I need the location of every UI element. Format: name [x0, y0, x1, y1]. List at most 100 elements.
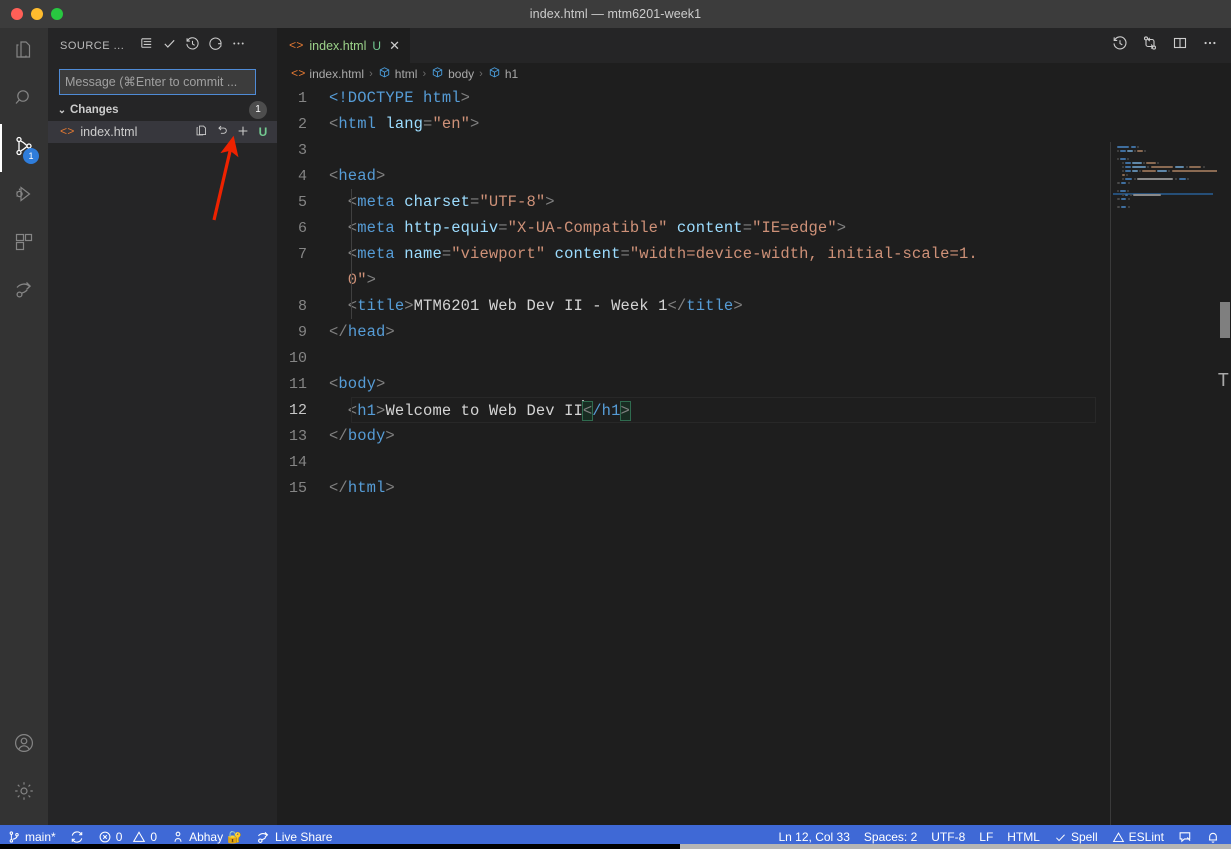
warning-icon [1112, 831, 1125, 844]
tab-index-html[interactable]: <> index.html U ✕ [277, 28, 411, 63]
minimap-line [1117, 182, 1120, 184]
check-icon [1054, 831, 1067, 844]
commit-message-container [48, 63, 277, 99]
activity-bar: 1 [0, 28, 48, 825]
minimap[interactable] [1111, 142, 1222, 849]
activity-item-explorer[interactable] [0, 28, 48, 76]
code-line: 8 <title>MTM6201 Web Dev II - Week 1</ti… [277, 293, 1231, 319]
line-number: 3 [297, 141, 307, 159]
stage-changes-button[interactable] [234, 123, 252, 141]
breadcrumb-separator: › [479, 68, 483, 80]
changes-count-badge: 1 [249, 101, 267, 119]
minimap-line [1121, 198, 1127, 200]
status-error-count: 0 [115, 830, 123, 844]
minimap-line [1132, 194, 1162, 196]
activity-item-manage[interactable] [0, 769, 48, 817]
minimap-line [1142, 170, 1156, 172]
view-history-button[interactable] [181, 35, 203, 57]
line-content: <!DOCTYPE html> [329, 89, 471, 107]
extensions-icon [12, 230, 36, 259]
discard-icon [216, 124, 229, 140]
minimap-line [1137, 146, 1140, 148]
minimap-line [1127, 182, 1130, 184]
minimap-line [1130, 146, 1136, 148]
minimap-line [1174, 166, 1185, 168]
minimap-line [1127, 150, 1133, 152]
scm-file-name: index.html [80, 125, 138, 139]
breadcrumb-label: h1 [504, 67, 519, 81]
minimap-line [1117, 190, 1119, 192]
sidebar-source-control: SOURCE ... Message (⌘Enter to commit ...… [48, 28, 277, 825]
split-editor-icon [1172, 35, 1188, 56]
code-editor[interactable]: 1 <!DOCTYPE html> 2 <html lang="en"> 3 4 <head… [277, 85, 1231, 849]
ellipsis-icon [1202, 35, 1218, 56]
minimap-line [1125, 178, 1133, 180]
editor-action-bar [1107, 28, 1231, 63]
line-number: 2 [297, 115, 307, 133]
line-number: 4 [297, 167, 307, 185]
line-content: <html lang="en"> [329, 115, 480, 133]
search-icon [12, 86, 36, 115]
warning-icon [132, 830, 146, 844]
activity-item-live-share[interactable] [0, 268, 48, 316]
feedback-icon [1178, 830, 1192, 844]
minimap-line [1125, 166, 1131, 168]
ellipsis-icon [231, 36, 246, 56]
open-changes-button[interactable] [1137, 33, 1163, 59]
minimap-line [1125, 194, 1129, 196]
minimap-line [1127, 158, 1130, 160]
lock-emoji-icon: 🔐 [227, 830, 243, 844]
split-editor-button[interactable] [1167, 33, 1193, 59]
line-content: <h1>Welcome to Web Dev II</h1> [329, 400, 631, 421]
indent-guide [351, 267, 352, 293]
commit-message-input[interactable] [59, 69, 256, 95]
html-file-icon: <> [60, 125, 75, 139]
breadcrumb-item-body[interactable]: body [431, 66, 474, 82]
minimap-line [1122, 174, 1125, 176]
minimap-line [1120, 158, 1126, 160]
line-number: 13 [288, 427, 307, 445]
minimap-line [1129, 194, 1132, 196]
line-content: <title>MTM6201 Web Dev II - Week 1</titl… [329, 297, 743, 315]
open-timeline-button[interactable] [1107, 33, 1133, 59]
minimap-line [1187, 178, 1190, 180]
activity-item-accounts[interactable] [0, 721, 48, 769]
editor-group: <> index.html U ✕ <> index.html › html ›… [277, 28, 1231, 849]
activity-item-extensions[interactable] [0, 220, 48, 268]
tab-label: index.html [309, 38, 367, 53]
minimap-line [1122, 162, 1124, 164]
line-number: 10 [288, 349, 307, 367]
minimap-line [1126, 174, 1129, 176]
minimap-line [1122, 194, 1124, 196]
editor-scrollbar-thumb[interactable] [1220, 302, 1230, 338]
commit-button[interactable] [158, 35, 180, 57]
editor-more-actions-button[interactable] [1197, 33, 1223, 59]
changes-section-header[interactable]: ⌄ Changes 1 [48, 99, 277, 121]
discard-changes-button[interactable] [213, 123, 231, 141]
minimap-line [1122, 170, 1124, 172]
minimap-line [1125, 170, 1131, 172]
open-file-button[interactable] [192, 123, 210, 141]
line-number: 6 [297, 219, 307, 237]
close-icon[interactable]: ✕ [389, 38, 400, 54]
line-content: <meta name="viewport" content="width=dev… [329, 245, 978, 263]
sidebar-more-actions-button[interactable] [227, 35, 249, 57]
activity-item-search[interactable] [0, 76, 48, 124]
line-number: 7 [297, 245, 307, 263]
breadcrumb-item-h1[interactable]: h1 [488, 66, 518, 82]
refresh-button[interactable] [204, 35, 226, 57]
breadcrumb-item-file[interactable]: <> index.html [291, 67, 364, 81]
minimap-line [1127, 190, 1130, 192]
overview-ruler[interactable] [1217, 142, 1231, 849]
minimap-line [1132, 166, 1146, 168]
breadcrumb-item-html[interactable]: html [378, 66, 417, 82]
view-as-tree-button[interactable] [135, 35, 157, 57]
scm-file-row-index-html[interactable]: <> index.html U [48, 121, 277, 143]
code-line: 11 <body> [277, 371, 1231, 397]
line-content: <body> [329, 375, 386, 393]
minimap-border [1110, 142, 1111, 849]
line-content: <head> [329, 167, 386, 185]
activity-item-source-control[interactable]: 1 [0, 124, 48, 172]
line-content: </head> [329, 323, 395, 341]
activity-item-run-and-debug[interactable] [0, 172, 48, 220]
